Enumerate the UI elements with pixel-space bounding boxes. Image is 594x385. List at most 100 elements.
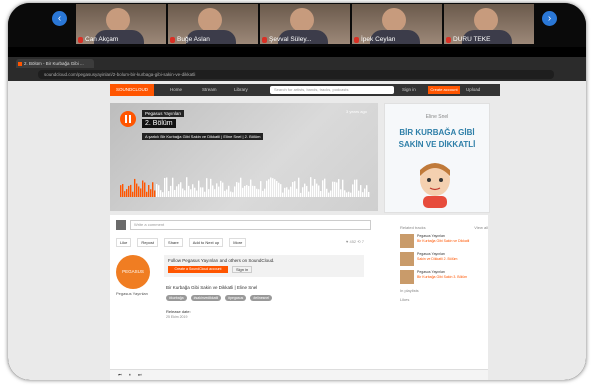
waveform[interactable]	[120, 175, 370, 197]
prev-track-icon[interactable]: ⏮	[118, 372, 122, 377]
waveform-bar	[356, 179, 358, 197]
related-track[interactable]: Pegasus Yayınları Bir Kurbağa Gibi Sakin …	[400, 270, 488, 284]
uploader-name[interactable]: Pegasus Yayınları	[116, 291, 148, 296]
waveform-bar	[228, 185, 230, 197]
pause-button[interactable]	[120, 111, 136, 127]
release-date: 25 Ekim 2019	[166, 315, 188, 319]
tag[interactable]: #kurbağa	[166, 295, 187, 301]
waveform-bar	[174, 189, 176, 197]
waveform-bar	[306, 185, 308, 197]
add-next-button[interactable]: Add to Next up	[188, 238, 224, 247]
participant-tile[interactable]: DURU TEKE	[444, 4, 534, 44]
waveform-bar	[352, 184, 354, 197]
next-track-icon[interactable]: ⏭	[138, 372, 142, 377]
search-input[interactable]: Search for artists, bands, tracks, podca…	[270, 86, 394, 94]
waveform-bar	[148, 185, 150, 197]
waveform-bar	[232, 192, 234, 197]
artist-name[interactable]: Pegasus Yayınları	[142, 110, 185, 117]
share-button[interactable]: Share	[164, 238, 183, 247]
waveform-bar	[178, 184, 180, 197]
waveform-bar	[332, 181, 334, 197]
waveform-bar	[202, 187, 204, 197]
nav-home[interactable]: Home	[170, 84, 182, 96]
waveform-bar	[192, 184, 194, 197]
tag[interactable]: #elinesnel	[250, 295, 273, 301]
related-track[interactable]: Pegasus Yayınları Sakin ve Dikkatli 2. Bö…	[400, 252, 488, 266]
waveform-bar	[346, 192, 348, 197]
action-bar: Like Repost Share Add to Next up More	[116, 238, 247, 247]
upload-link[interactable]: Upload	[466, 84, 480, 96]
waveform-bar	[238, 182, 240, 197]
waveform-bar	[146, 191, 148, 197]
tag-list: #kurbağa #sakinvedikkatli #pegasus #elin…	[166, 295, 273, 301]
waveform-bar	[152, 182, 154, 197]
create-account-button[interactable]: Create account	[428, 86, 460, 94]
browser-tab[interactable]: 2. Bölüm - Bir Kurbağa Gibi ...	[16, 59, 94, 68]
participant-tile[interactable]: Buğe Aslan	[168, 4, 258, 44]
uploader-avatar[interactable]: PEGASUS	[116, 255, 150, 289]
cover-author: Eline Snel	[425, 114, 449, 120]
waveform-bar	[256, 188, 258, 197]
comment-input[interactable]: Write a comment	[130, 220, 371, 230]
waveform-bar	[254, 185, 256, 197]
waveform-bar	[362, 192, 364, 197]
nav-library[interactable]: Library	[234, 84, 248, 96]
waveform-bar	[344, 190, 346, 197]
waveform-bar	[284, 187, 286, 197]
bottom-player: ⏮ ⏸ ⏭	[110, 369, 488, 380]
participant-tile[interactable]: Şevval Süley...	[260, 4, 350, 44]
create-account-cta[interactable]: Create a SoundCloud account	[168, 266, 228, 273]
waveform-bar	[260, 181, 262, 197]
waveform-bar	[134, 178, 136, 197]
waveform-bar	[234, 186, 236, 197]
soundcloud-logo[interactable]: SOUNDCLOUD	[110, 84, 154, 96]
child-illustration	[420, 163, 450, 208]
pause-icon[interactable]: ⏸	[129, 372, 131, 377]
waveform-bar	[308, 191, 310, 197]
participant-tile[interactable]: Can Akçam	[76, 4, 166, 44]
view-all-link[interactable]: View all	[474, 225, 488, 230]
waveform-bar	[222, 182, 224, 197]
nav-stream[interactable]: Stream	[202, 84, 217, 96]
tag[interactable]: #sakinvedikkatli	[190, 295, 222, 301]
more-button[interactable]: More	[229, 238, 247, 247]
soundcloud-favicon-icon	[18, 62, 22, 66]
waveform-bar	[336, 182, 338, 197]
screen-frame: ‹ Can Akçam Buğe Aslan Şevval Süley... İ…	[8, 3, 586, 380]
waveform-bar	[276, 181, 278, 197]
waveform-bar	[144, 182, 146, 197]
waveform-bar	[338, 179, 340, 197]
related-track[interactable]: Pegasus Yayınları Bir Kurbağa Gibi Sakin …	[400, 234, 488, 248]
signin-link[interactable]: Sign in	[402, 84, 416, 96]
waveform-bar	[168, 191, 170, 197]
waveform-bar	[206, 178, 208, 197]
waveform-bar	[364, 188, 366, 197]
participant-tile[interactable]: İpek Ceylan	[352, 4, 442, 44]
follow-signin-button[interactable]: Sign in	[232, 266, 253, 273]
waveform-bar	[268, 179, 270, 197]
waveform-bar	[262, 190, 264, 197]
waveform-bar	[214, 189, 216, 197]
repost-button[interactable]: Repost	[137, 238, 159, 247]
waveform-bar	[166, 177, 168, 197]
waveform-bar	[220, 180, 222, 197]
waveform-bar	[294, 181, 296, 197]
waveform-bar	[264, 188, 266, 197]
track-hero: Pegasus Yayınları 2. Bölüm A şarkılı Bir…	[110, 103, 378, 211]
address-bar[interactable]: soundcloud.com/pegasusyayinlari/2-bolum-…	[38, 70, 554, 79]
waveform-bar	[304, 183, 306, 197]
waveform-bar	[292, 182, 294, 197]
next-page-button[interactable]: ›	[542, 11, 557, 26]
prev-page-button[interactable]: ‹	[52, 11, 67, 26]
browser-chrome: 2. Bölüm - Bir Kurbağa Gibi ... soundclo…	[8, 57, 586, 81]
waveform-bar	[196, 190, 198, 197]
waveform-bar	[302, 187, 304, 197]
like-button[interactable]: Like	[116, 238, 132, 247]
waveform-bar	[252, 185, 254, 197]
track-description: Bir Kurbağa Gibi Sakin ve Dikkatli | Eli…	[166, 285, 258, 290]
waveform-bar	[198, 180, 200, 197]
tag[interactable]: #pegasus	[225, 295, 247, 301]
waveform-bar	[316, 183, 318, 197]
waveform-bar	[126, 189, 128, 197]
waveform-bar	[280, 184, 282, 197]
